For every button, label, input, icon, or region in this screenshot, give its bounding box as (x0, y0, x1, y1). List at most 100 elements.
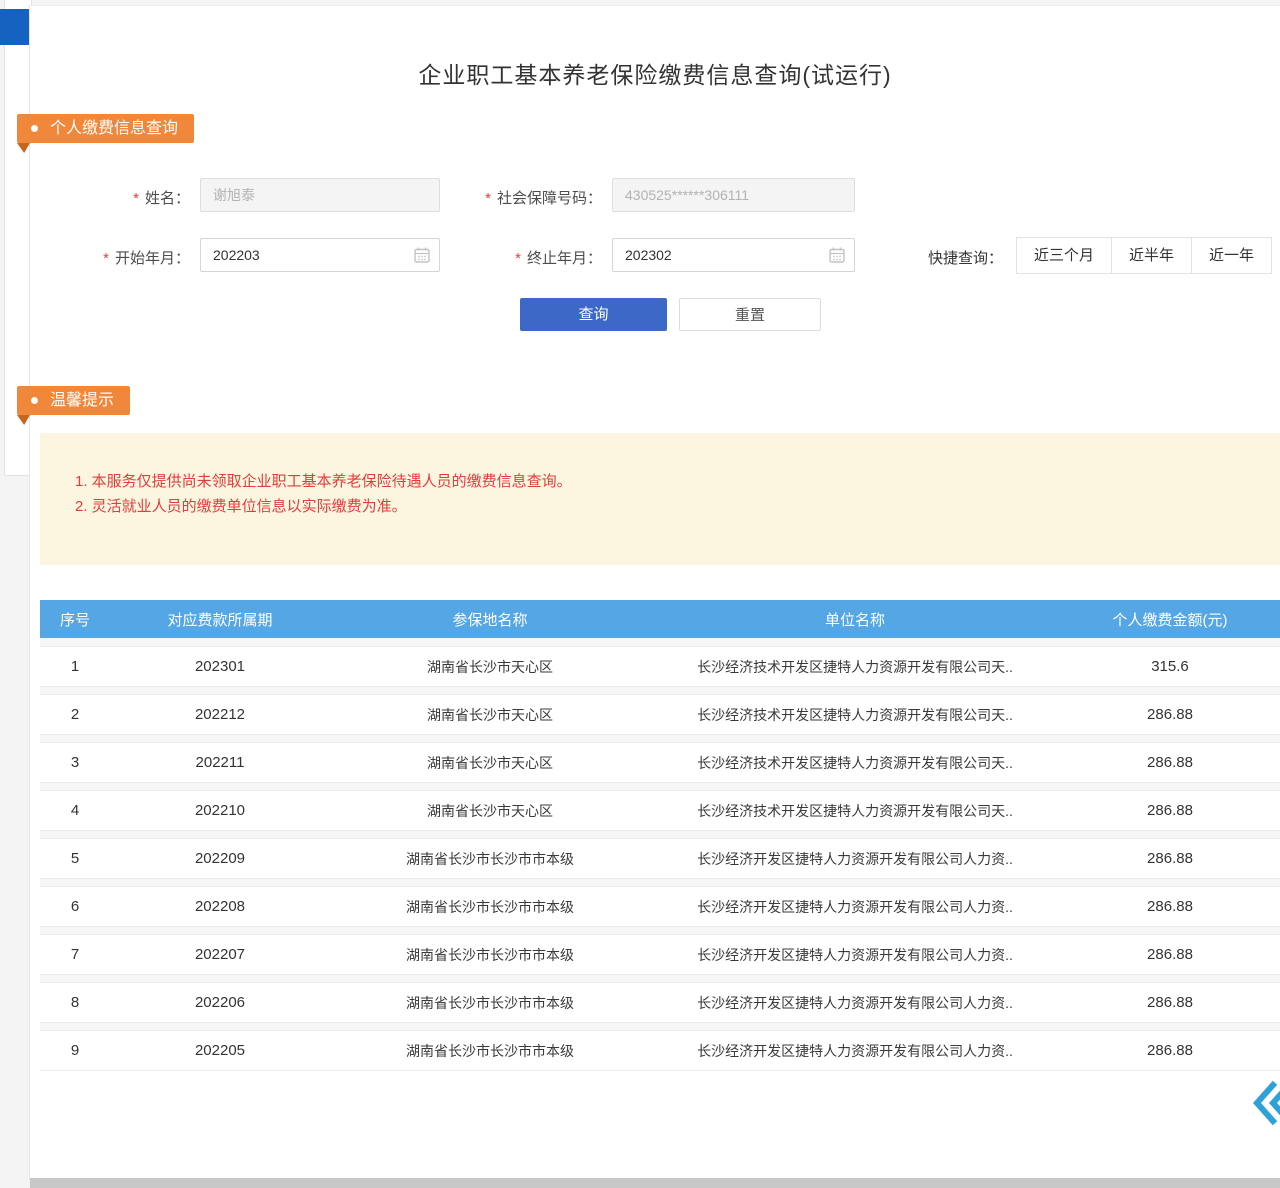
tips-box: 1. 本服务仅提供尚未领取企业职工基本养老保险待遇人员的缴费信息查询。 2. 灵… (40, 433, 1280, 565)
cell-amount: 286.88 (1060, 850, 1280, 867)
cell-no: 7 (40, 946, 110, 963)
cell-no: 5 (40, 850, 110, 867)
name-field[interactable] (200, 178, 440, 212)
table-header-row: 序号 对应费款所属期 参保地名称 单位名称 个人缴费金额(元) (40, 600, 1280, 638)
quick-query-label: 快捷查询： (928, 247, 1003, 268)
cell-no: 4 (40, 802, 110, 819)
name-field-wrap (200, 178, 440, 212)
start-month-field[interactable] (200, 238, 440, 272)
horizontal-scrollbar[interactable] (30, 1178, 1280, 1188)
badge-fold-decoration (17, 415, 30, 425)
table-header-company: 单位名称 (650, 609, 1060, 630)
cell-company: 长沙经济开发区捷特人力资源开发有限公司人力资.. (650, 993, 1060, 1013)
cell-period: 202206 (110, 994, 330, 1011)
cell-area: 湖南省长沙市长沙市市本级 (330, 993, 650, 1013)
table-row[interactable]: 3 202211 湖南省长沙市天心区 长沙经济技术开发区捷特人力资源开发有限公司… (40, 742, 1280, 783)
double-chevron-left-icon[interactable] (1252, 1080, 1280, 1126)
cell-company: 长沙经济技术开发区捷特人力资源开发有限公司天.. (650, 705, 1060, 725)
start-month-label: *开始年月： (60, 247, 190, 268)
cell-period: 202211 (110, 754, 330, 771)
required-asterisk: * (133, 190, 139, 207)
table-row[interactable]: 4 202210 湖南省长沙市天心区 长沙经济技术开发区捷特人力资源开发有限公司… (40, 790, 1280, 831)
cell-period: 202210 (110, 802, 330, 819)
table-header-period: 对应费款所属期 (110, 609, 330, 630)
required-asterisk: * (515, 250, 521, 267)
ssn-label: *社会保障号码： (430, 187, 602, 208)
cell-no: 8 (40, 994, 110, 1011)
table-row[interactable]: 6 202208 湖南省长沙市长沙市市本级 长沙经济开发区捷特人力资源开发有限公… (40, 886, 1280, 927)
end-month-field[interactable] (612, 238, 855, 272)
cell-amount: 286.88 (1060, 1042, 1280, 1059)
table-row[interactable]: 8 202206 湖南省长沙市长沙市市本级 长沙经济开发区捷特人力资源开发有限公… (40, 982, 1280, 1023)
cell-period: 202209 (110, 850, 330, 867)
ssn-field-wrap (612, 178, 855, 212)
cell-company: 长沙经济开发区捷特人力资源开发有限公司人力资.. (650, 897, 1060, 917)
cell-amount: 315.6 (1060, 658, 1280, 675)
cell-area: 湖南省长沙市长沙市市本级 (330, 849, 650, 869)
table-row[interactable]: 7 202207 湖南省长沙市长沙市市本级 长沙经济开发区捷特人力资源开发有限公… (40, 934, 1280, 975)
required-asterisk: * (485, 190, 491, 207)
cell-company: 长沙经济开发区捷特人力资源开发有限公司人力资.. (650, 849, 1060, 869)
cell-area: 湖南省长沙市长沙市市本级 (330, 897, 650, 917)
cell-no: 6 (40, 898, 110, 915)
section-badge-query-label: 个人缴费信息查询 (50, 114, 178, 143)
payments-table: 序号 对应费款所属期 参保地名称 单位名称 个人缴费金额(元) 1 202301… (40, 600, 1280, 1071)
quick-query-option[interactable]: 近一年 (1191, 237, 1272, 274)
section-badge-tips: 温馨提示 (17, 386, 130, 425)
table-row[interactable]: 9 202205 湖南省长沙市长沙市市本级 长沙经济开发区捷特人力资源开发有限公… (40, 1030, 1280, 1071)
page-title: 企业职工基本养老保险缴费信息查询(试运行) (30, 56, 1280, 90)
cell-period: 202207 (110, 946, 330, 963)
cell-company: 长沙经济技术开发区捷特人力资源开发有限公司天.. (650, 753, 1060, 773)
cell-no: 3 (40, 754, 110, 771)
cell-company: 长沙经济技术开发区捷特人力资源开发有限公司天.. (650, 657, 1060, 677)
cell-no: 9 (40, 1042, 110, 1059)
cell-amount: 286.88 (1060, 946, 1280, 963)
table-row[interactable]: 5 202209 湖南省长沙市长沙市市本级 长沙经济开发区捷特人力资源开发有限公… (40, 838, 1280, 879)
cell-no: 1 (40, 658, 110, 675)
cell-area: 湖南省长沙市天心区 (330, 657, 650, 677)
query-button[interactable]: 查询 (520, 298, 667, 331)
cell-area: 湖南省长沙市天心区 (330, 801, 650, 821)
reset-button[interactable]: 重置 (679, 298, 821, 331)
cell-period: 202205 (110, 1042, 330, 1059)
calendar-icon[interactable] (413, 246, 431, 264)
cell-area: 湖南省长沙市天心区 (330, 705, 650, 725)
cell-amount: 286.88 (1060, 802, 1280, 819)
quick-query-option[interactable]: 近半年 (1111, 237, 1192, 274)
cell-company: 长沙经济开发区捷特人力资源开发有限公司人力资.. (650, 1041, 1060, 1061)
table-body: 1 202301 湖南省长沙市天心区 长沙经济技术开发区捷特人力资源开发有限公司… (40, 638, 1280, 1071)
name-label: *姓名： (60, 187, 190, 208)
section-badge-query: 个人缴费信息查询 (17, 114, 194, 153)
ssn-field[interactable] (612, 178, 855, 212)
table-row[interactable]: 2 202212 湖南省长沙市天心区 长沙经济技术开发区捷特人力资源开发有限公司… (40, 694, 1280, 735)
start-month-field-wrap (200, 238, 440, 272)
quick-query-option[interactable]: 近三个月 (1016, 237, 1112, 274)
cell-period: 202301 (110, 658, 330, 675)
table-header-no: 序号 (40, 609, 110, 630)
calendar-icon[interactable] (828, 246, 846, 264)
cell-area: 湖南省长沙市长沙市市本级 (330, 1041, 650, 1061)
cell-company: 长沙经济开发区捷特人力资源开发有限公司人力资.. (650, 945, 1060, 965)
table-row[interactable]: 1 202301 湖南省长沙市天心区 长沙经济技术开发区捷特人力资源开发有限公司… (40, 646, 1280, 687)
table-header-amount: 个人缴费金额(元) (1060, 609, 1280, 630)
cell-amount: 286.88 (1060, 706, 1280, 723)
cell-period: 202212 (110, 706, 330, 723)
end-month-field-wrap (612, 238, 855, 272)
badge-fold-decoration (17, 143, 30, 153)
tips-line-2: 2. 灵活就业人员的缴费单位信息以实际缴费为准。 (75, 494, 1280, 519)
tips-line-1: 1. 本服务仅提供尚未领取企业职工基本养老保险待遇人员的缴费信息查询。 (75, 469, 1280, 494)
badge-bullet-icon (31, 125, 38, 132)
cell-area: 湖南省长沙市天心区 (330, 753, 650, 773)
table-header-area: 参保地名称 (330, 609, 650, 630)
quick-query-group: 近三个月近半年近一年 (1016, 237, 1272, 274)
cell-no: 2 (40, 706, 110, 723)
cell-area: 湖南省长沙市长沙市市本级 (330, 945, 650, 965)
cell-amount: 286.88 (1060, 754, 1280, 771)
cell-amount: 286.88 (1060, 994, 1280, 1011)
badge-bullet-icon (31, 397, 38, 404)
section-badge-tips-label: 温馨提示 (50, 386, 114, 415)
app-viewport: 企业职工基本养老保险缴费信息查询(试运行) 个人缴费信息查询 *姓名： *社会保… (0, 0, 1280, 1188)
required-asterisk: * (103, 250, 109, 267)
end-month-label: *终止年月： (430, 247, 602, 268)
cell-period: 202208 (110, 898, 330, 915)
